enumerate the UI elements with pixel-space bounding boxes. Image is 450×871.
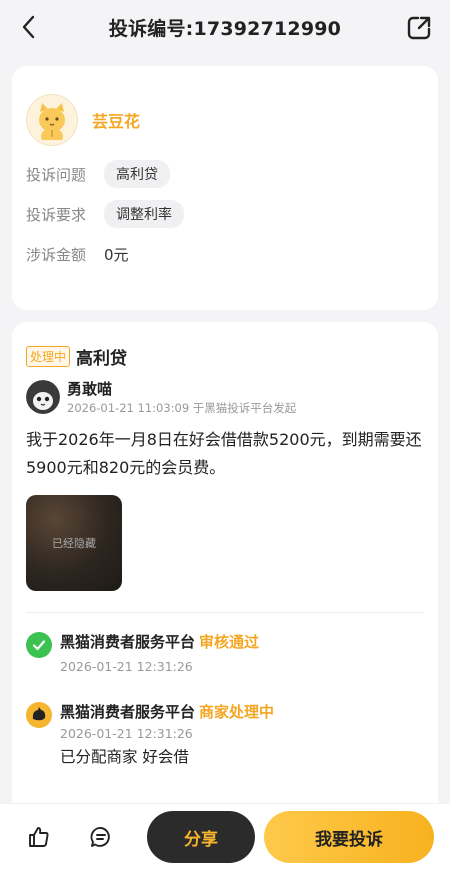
check-circle-icon (26, 632, 52, 658)
page-title: 投诉编号:17392712990 (108, 17, 342, 40)
complainant-row: 芸豆花 (26, 94, 140, 146)
complaint-status-row: 处理中 高利贷 (26, 344, 127, 369)
divider (26, 612, 424, 613)
status-badge: 处理中 (26, 346, 71, 367)
timeline-status: 审核通过 (199, 633, 260, 651)
poster-meta: 2026-01-21 11:03:09 于黑猫投诉平台发起 (67, 401, 297, 415)
complaint-content: 我于2026年一月8日在好会借借款5200元，到期需要还5900元和820元的会… (26, 430, 422, 477)
timeline-time: 2026-01-21 12:31:26 (60, 726, 193, 741)
timeline-status: 商家处理中 (199, 703, 275, 721)
comment-icon[interactable] (88, 824, 114, 850)
cat-avatar-icon (39, 103, 65, 140)
hidden-image[interactable]: 已经隐藏 (26, 495, 122, 591)
info-row-issue: 投诉问题 高利贷 (26, 160, 170, 188)
timeline-time: 2026-01-21 12:31:26 (60, 659, 193, 674)
poster-avatar (26, 380, 60, 414)
timeline-actor: 黑猫消费者服务平台 (60, 633, 196, 651)
timeline-note: 已分配商家 好会借 (60, 748, 189, 766)
info-row-amount: 涉诉金额 0元 (26, 244, 129, 265)
poster-name: 勇敢喵 (67, 380, 113, 398)
request-label: 投诉要求 (26, 205, 87, 224)
amount-value: 0元 (104, 246, 129, 264)
share-button[interactable]: 分享 (147, 811, 255, 863)
top-nav-bar: 投诉编号:17392712990 (0, 0, 450, 54)
issue-label: 投诉问题 (26, 165, 87, 184)
timeline-item: 黑猫消费者服务平台 商家处理中 2026-01-21 12:31:26 已分配商家… (26, 702, 274, 767)
complain-button[interactable]: 我要投诉 (264, 811, 434, 863)
complaint-card: 处理中 高利贷 勇敢喵 2026-01-21 11:03:09 于黑猫投诉平台发… (12, 322, 438, 871)
request-tag: 调整利率 (104, 200, 184, 228)
timeline-actor: 黑猫消费者服务平台 (60, 703, 196, 721)
poster-row: 勇敢喵 2026-01-21 11:03:09 于黑猫投诉平台发起 (26, 380, 296, 416)
timeline-item: 黑猫消费者服务平台 审核通过 2026-01-21 12:31:26 (26, 632, 259, 674)
avatar (26, 94, 78, 146)
complainant-card: 芸豆花 投诉问题 高利贷 投诉要求 调整利率 涉诉金额 0元 (12, 66, 438, 310)
info-row-request: 投诉要求 调整利率 (26, 200, 184, 228)
thumbs-up-icon[interactable] (26, 824, 52, 850)
bottom-action-bar: 分享 我要投诉 (0, 803, 450, 871)
cat-face-icon (26, 380, 60, 414)
amount-label: 涉诉金额 (26, 246, 87, 264)
back-arrow-icon[interactable] (14, 12, 42, 42)
external-share-icon[interactable] (404, 13, 434, 43)
black-cat-icon (26, 702, 52, 728)
issue-tag: 高利贷 (104, 160, 170, 188)
hidden-image-label: 已经隐藏 (52, 537, 96, 550)
complainant-name: 芸豆花 (92, 112, 141, 131)
complaint-title: 高利贷 (76, 349, 128, 369)
